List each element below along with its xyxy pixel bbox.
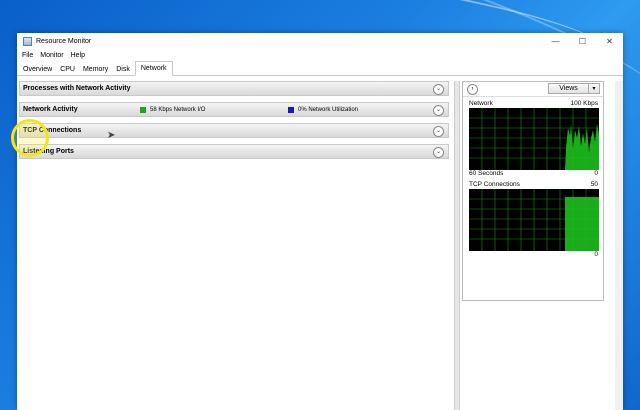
section-processes-network-activity[interactable]: Processes with Network Activity ⌄ xyxy=(19,81,449,96)
menu-bar: File Monitor Help xyxy=(17,50,623,61)
network-graph-time: 60 Seconds xyxy=(469,170,504,177)
tcp-connections-graph xyxy=(469,189,599,251)
tab-cpu[interactable]: CPU xyxy=(57,64,78,75)
tab-bar: Overview CPU Memory Disk Network xyxy=(17,61,623,76)
section-tcp-connections[interactable]: TCP Connections ⌄ xyxy=(19,123,449,138)
section-title: Listening Ports xyxy=(23,148,74,155)
network-graph xyxy=(469,108,599,170)
resource-monitor-icon xyxy=(23,37,32,46)
main-content: Processes with Network Activity ⌄ Networ… xyxy=(17,77,623,410)
section-listening-ports[interactable]: Listening Ports ⌄ xyxy=(19,144,449,159)
chevron-down-icon[interactable]: ⌄ xyxy=(433,105,444,116)
sections-pane: Processes with Network Activity ⌄ Networ… xyxy=(19,81,449,165)
green-swatch-icon xyxy=(140,106,146,113)
maximize-button[interactable]: ☐ xyxy=(569,33,596,50)
network-utilization-text: 0% Network Utilization xyxy=(298,106,359,113)
close-button[interactable]: ✕ xyxy=(596,33,623,50)
network-graph-min: 0 xyxy=(594,170,598,177)
menu-monitor[interactable]: Monitor xyxy=(40,52,63,59)
mouse-pointer-icon: ➤ xyxy=(107,130,116,141)
network-graph-title: Network xyxy=(469,100,493,107)
menu-file[interactable]: File xyxy=(22,52,33,59)
chevron-right-icon[interactable]: › xyxy=(467,84,478,95)
section-network-activity[interactable]: Network Activity 58 Kbps Network I/O 0% … xyxy=(19,102,449,117)
network-io-text: 58 Kbps Network I/O xyxy=(150,106,206,113)
tcp-connections-trace xyxy=(565,197,599,251)
graphs-toolbar: › Views ▾ xyxy=(463,82,603,97)
tab-overview[interactable]: Overview xyxy=(20,64,55,75)
menu-help[interactable]: Help xyxy=(71,52,85,59)
section-title: Processes with Network Activity xyxy=(23,85,131,92)
tcp-graph-title: TCP Connections xyxy=(469,181,520,188)
window-title: Resource Monitor xyxy=(36,38,92,45)
tab-network[interactable]: Network xyxy=(134,61,173,76)
vertical-scrollbar[interactable] xyxy=(615,81,623,410)
section-title: Network Activity xyxy=(23,106,78,113)
title-bar[interactable]: Resource Monitor — ☐ ✕ xyxy=(17,33,623,50)
chevron-down-icon[interactable]: ⌄ xyxy=(433,147,444,158)
minimize-button[interactable]: — xyxy=(542,33,569,50)
network-graph-block: Network 100 Kbps 60 Seconds 0 xyxy=(469,100,599,178)
chevron-down-icon[interactable]: ⌄ xyxy=(433,126,444,137)
blue-swatch-icon xyxy=(288,106,294,113)
resource-monitor-window: Resource Monitor — ☐ ✕ File Monitor Help… xyxy=(17,33,623,410)
chevron-down-icon[interactable]: ⌄ xyxy=(433,84,444,95)
views-label: Views xyxy=(559,85,578,92)
tab-disk[interactable]: Disk xyxy=(113,64,133,75)
section-title: TCP Connections xyxy=(23,127,82,134)
tcp-graph-block: TCP Connections 50 0 xyxy=(469,181,599,259)
tcp-graph-min: 0 xyxy=(594,251,598,258)
views-dropdown[interactable]: Views ▾ xyxy=(548,83,600,94)
graphs-pane: › Views ▾ Network 100 Kbps 60 Seconds 0 … xyxy=(462,81,604,301)
network-graph-max: 100 Kbps xyxy=(570,100,598,107)
network-utilization-legend: 0% Network Utilization xyxy=(288,106,359,113)
dropdown-arrow-icon[interactable]: ▾ xyxy=(588,84,599,93)
tcp-graph-max: 50 xyxy=(590,181,598,188)
pane-splitter[interactable] xyxy=(454,81,460,410)
network-io-legend: 58 Kbps Network I/O xyxy=(140,106,206,113)
tab-memory[interactable]: Memory xyxy=(80,64,111,75)
